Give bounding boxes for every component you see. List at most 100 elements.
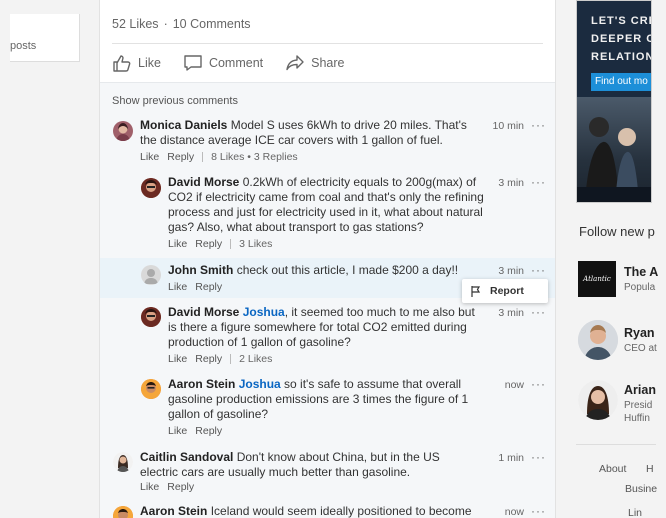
avatar[interactable] xyxy=(578,380,618,420)
more-options-icon[interactable]: ··· xyxy=(531,175,546,189)
suggestion-name[interactable]: Ryan xyxy=(624,326,655,340)
comment-time: 10 min xyxy=(492,120,524,132)
avatar[interactable] xyxy=(141,178,161,198)
footer-about-link[interactable]: About xyxy=(599,463,626,475)
comment-reply-link[interactable]: Reply xyxy=(195,281,222,293)
comment-button[interactable]: Comment xyxy=(183,54,263,72)
comment-author[interactable]: David Morse xyxy=(168,305,239,319)
ad-image xyxy=(577,97,651,202)
avatar[interactable] xyxy=(113,452,133,472)
comment-time: now xyxy=(504,506,524,518)
more-options-icon[interactable]: ··· xyxy=(531,504,546,518)
divider xyxy=(112,43,543,44)
feed-post: 52 Likes · 10 Comments Like Comment Share … xyxy=(99,0,556,518)
comment-like-link[interactable]: Like xyxy=(140,151,159,163)
footer-business-link[interactable]: Busine xyxy=(625,483,657,495)
thumbs-up-icon xyxy=(113,55,131,72)
comment-icon xyxy=(184,55,202,71)
footer-cut-link[interactable]: Lin xyxy=(628,507,642,518)
suggestion-name[interactable]: The A xyxy=(624,265,658,279)
avatar[interactable] xyxy=(141,265,161,285)
company-logo[interactable]: Atlantic xyxy=(578,261,616,297)
comment-actions: Like Reply 3 Likes xyxy=(168,238,272,250)
comment-reply-link[interactable]: Reply xyxy=(167,151,194,163)
comment-text: Aaron Stein Iceland would seem ideally p… xyxy=(140,504,480,518)
comment-author[interactable]: Monica Daniels xyxy=(140,118,227,132)
ad-line: RELATION xyxy=(591,51,652,63)
comment-item: David Morse 0.2kWh of electricity equals… xyxy=(100,174,555,254)
avatar[interactable] xyxy=(113,506,133,518)
suggestion-name[interactable]: Arian xyxy=(624,383,656,397)
post-actions: Like Comment Share xyxy=(112,52,366,74)
ad-find-out-more-button[interactable]: Find out mo xyxy=(591,73,651,91)
comments-count[interactable]: 10 Comments xyxy=(173,17,251,31)
share-button[interactable]: Share xyxy=(285,54,344,72)
comment-actions: Like Reply xyxy=(168,281,230,293)
comment-text: David Morse Joshua, it seemed too much t… xyxy=(168,305,486,350)
ad-line: DEEPER CU xyxy=(591,33,651,45)
follow-section-title: Follow new p xyxy=(579,224,655,239)
comment-actions: Like Reply 8 Likes • 3 Replies xyxy=(140,151,298,163)
comment-author[interactable]: Aaron Stein xyxy=(140,504,207,518)
company-logo-text: Atlantic xyxy=(583,275,611,283)
comment-reply-link[interactable]: Reply xyxy=(195,425,222,437)
suggestion-subtitle: Presid xyxy=(624,400,653,411)
more-options-icon[interactable]: ··· xyxy=(531,450,546,464)
avatar[interactable] xyxy=(141,307,161,327)
comment-item: Aaron Stein Iceland would seem ideally p… xyxy=(100,503,555,518)
suggestion-subtitle: Popula xyxy=(624,282,656,293)
comment-item: Monica Daniels Model S uses 6kWh to driv… xyxy=(100,117,555,167)
mention-link[interactable]: Joshua xyxy=(239,377,281,391)
avatar[interactable] xyxy=(578,320,618,360)
show-previous-comments-link[interactable]: Show previous comments xyxy=(112,95,238,107)
comment-author[interactable]: David Morse xyxy=(168,175,239,189)
comment-stats[interactable]: 8 Likes • 3 Replies xyxy=(211,151,298,163)
ad-banner[interactable]: LET'S CREA DEEPER CU RELATION Find out m… xyxy=(576,0,652,203)
more-options-icon[interactable]: ··· xyxy=(531,305,546,319)
comment-like-link[interactable]: Like xyxy=(168,238,187,250)
comment-reply-link[interactable]: Reply xyxy=(167,481,194,493)
comment-text: David Morse 0.2kWh of electricity equals… xyxy=(168,175,486,235)
more-options-icon[interactable]: ··· xyxy=(531,263,546,277)
comment-like-link[interactable]: Like xyxy=(168,281,187,293)
like-label: Like xyxy=(138,56,161,70)
follow-suggestion[interactable]: Ryan CEO at xyxy=(578,320,658,360)
divider xyxy=(230,354,232,364)
footer-help-link[interactable]: H xyxy=(646,463,654,475)
follow-suggestion[interactable]: Arian Presid Huffin xyxy=(578,380,658,428)
comment-text: Aaron Stein Joshua so it's safe to assum… xyxy=(168,377,486,422)
comment-item: Caitlin Sandoval Don't know about China,… xyxy=(100,449,555,495)
more-options-icon[interactable]: ··· xyxy=(531,377,546,391)
comment-time: 3 min xyxy=(498,307,524,319)
report-menu-item[interactable]: Report xyxy=(462,279,548,303)
comment-author[interactable]: John Smith xyxy=(168,263,233,277)
comment-stats[interactable]: 2 Likes xyxy=(239,353,272,365)
avatar[interactable] xyxy=(113,121,133,141)
separator-dot: · xyxy=(163,17,168,31)
comment-time: 1 min xyxy=(498,452,524,464)
suggestion-subtitle: CEO at xyxy=(624,343,657,354)
comment-stats[interactable]: 3 Likes xyxy=(239,238,272,250)
comment-actions: Like Reply xyxy=(168,425,230,437)
comment-like-link[interactable]: Like xyxy=(168,425,187,437)
comment-author[interactable]: Aaron Stein xyxy=(168,377,235,391)
comment-label: Comment xyxy=(208,56,264,70)
posts-label[interactable]: posts xyxy=(10,40,36,52)
left-profile-card: posts xyxy=(10,14,80,62)
ad-line: LET'S CREA xyxy=(591,15,651,27)
like-button[interactable]: Like xyxy=(112,54,161,72)
avatar[interactable] xyxy=(141,379,161,399)
follow-suggestion[interactable]: Atlantic The A Popula xyxy=(578,261,658,299)
divider xyxy=(202,152,204,162)
comment-like-link[interactable]: Like xyxy=(168,353,187,365)
comment-reply-link[interactable]: Reply xyxy=(195,238,222,250)
likes-count[interactable]: 52 Likes xyxy=(112,17,159,31)
comment-like-link[interactable]: Like xyxy=(140,481,159,493)
comment-text: Caitlin Sandoval Don't know about China,… xyxy=(140,450,480,480)
comment-author[interactable]: Caitlin Sandoval xyxy=(140,450,233,464)
comment-body: Iceland would seem ideally positioned to… xyxy=(210,504,472,518)
mention-link[interactable]: Joshua xyxy=(243,305,285,319)
suggestion-subtitle-2: Huffin xyxy=(624,413,650,424)
more-options-icon[interactable]: ··· xyxy=(531,118,546,132)
comment-reply-link[interactable]: Reply xyxy=(195,353,222,365)
